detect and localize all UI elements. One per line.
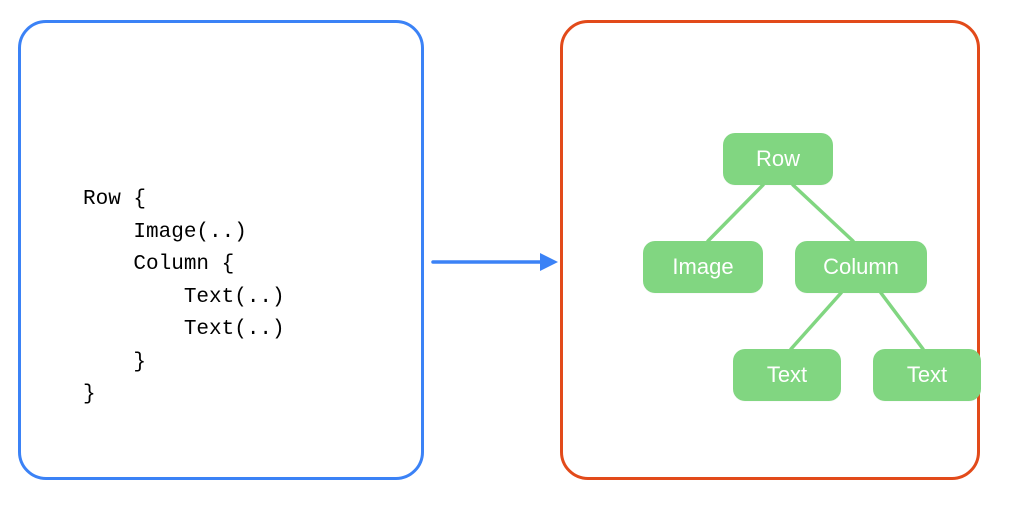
tree-node-text-2: Text <box>873 349 981 401</box>
tree-node-row: Row <box>723 133 833 185</box>
code-block: Row { Image(..) Column { Text(..) Text(.… <box>83 184 285 412</box>
tree-panel: Row Image Column Text Text <box>560 20 980 480</box>
code-panel: Row { Image(..) Column { Text(..) Text(.… <box>18 20 424 480</box>
arrow-icon <box>432 250 558 251</box>
tree-node-column: Column <box>795 241 927 293</box>
ui-tree: Row Image Column Text Text <box>563 23 977 477</box>
tree-node-image: Image <box>643 241 763 293</box>
tree-node-text-1: Text <box>733 349 841 401</box>
